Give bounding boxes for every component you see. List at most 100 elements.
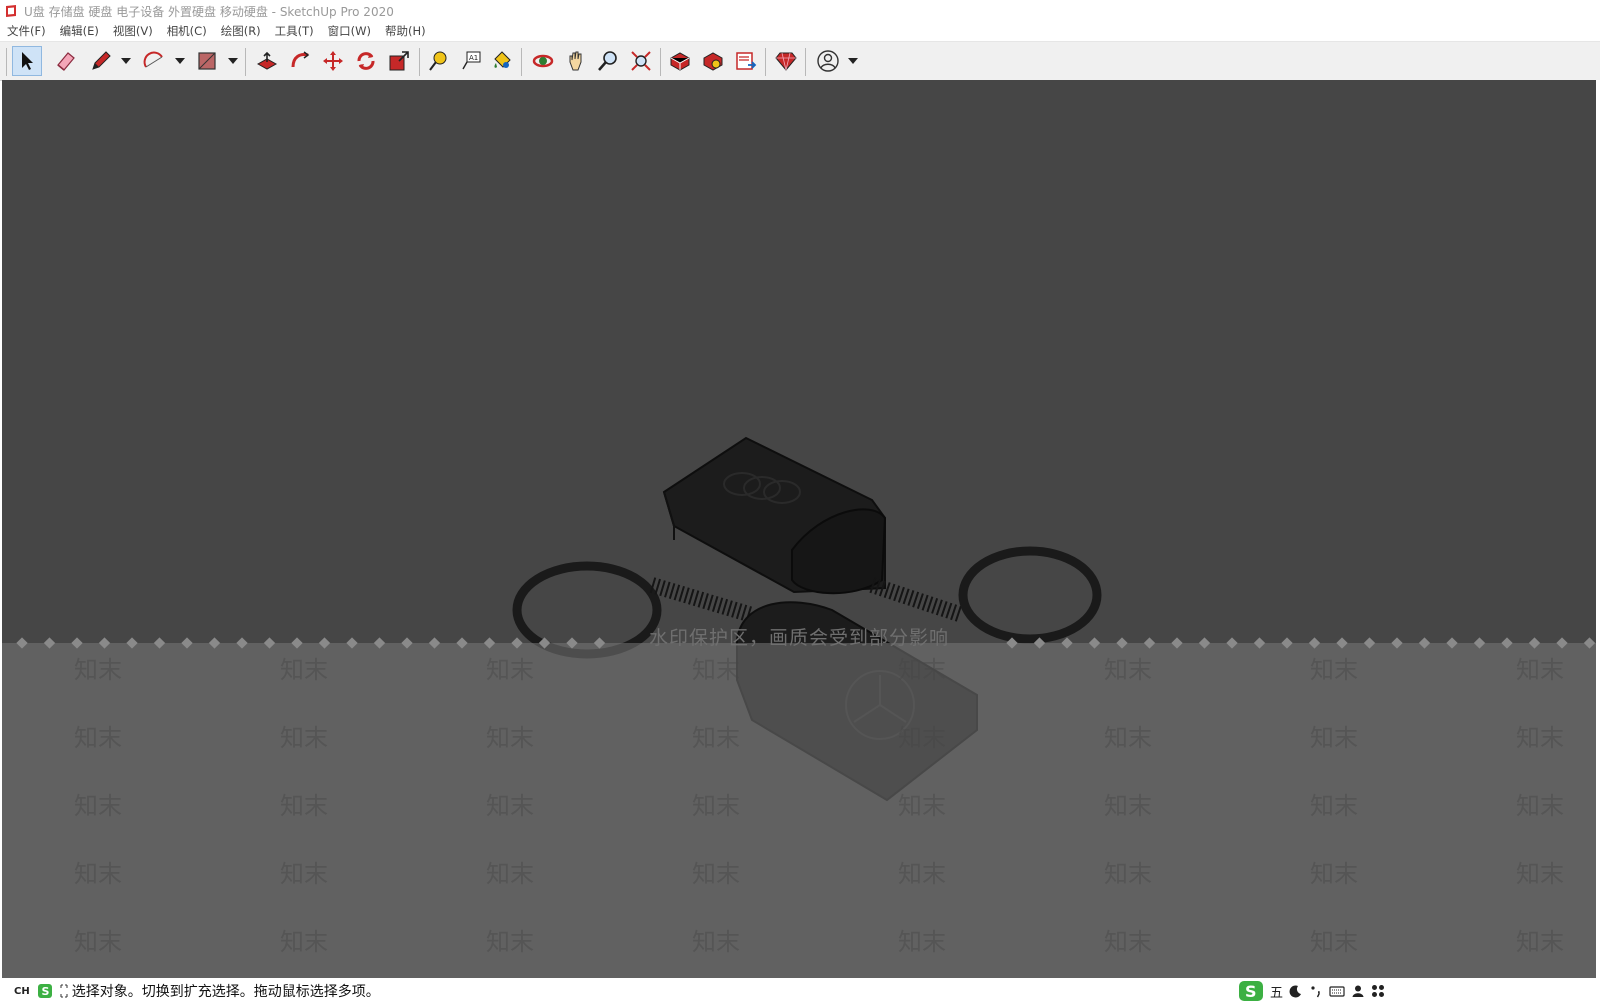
ime-mode-label[interactable]: 五 (1270, 982, 1283, 1001)
title-bar: U盘 存储盘 硬盘 电子设备 外置硬盘 移动硬盘 - SketchUp Pro … (0, 0, 1600, 22)
select-tool-button[interactable] (12, 46, 42, 76)
arc-tool-button[interactable] (139, 46, 169, 76)
menu-window[interactable]: 窗口(W) (321, 22, 378, 41)
grid-menu-icon[interactable] (1371, 984, 1385, 998)
upper-usb-drive (662, 436, 887, 595)
toolbar-separator (765, 48, 766, 76)
watermark-text: 知末 (692, 792, 740, 820)
account-dropdown-icon[interactable] (848, 58, 858, 64)
watermark-text: 知末 (1516, 724, 1564, 752)
pan-tool-button[interactable] (561, 46, 591, 76)
svg-text:A1: A1 (469, 54, 478, 62)
rectangle-icon (198, 52, 216, 70)
layout-icon (736, 52, 757, 70)
watermark-text: 知末 (898, 860, 946, 888)
toolbar-separator (245, 48, 246, 76)
eraser-icon (57, 52, 75, 71)
menu-view[interactable]: 视图(V) (106, 22, 160, 41)
modeling-viewport[interactable]: 水印保护区，画质会受到部分影响 知末 知末 知末 知末 知末 知末 知末 知末 知末 知末 知末 知末… (2, 80, 1596, 978)
rectangle-tool-button[interactable] (192, 46, 222, 76)
watermark-text: 知末 (1104, 792, 1152, 820)
menu-draw[interactable]: 绘图(R) (214, 22, 268, 41)
sketchup-logo-icon (6, 5, 16, 17)
follow-me-icon (291, 51, 310, 68)
watermark-text: 知末 (74, 656, 122, 684)
zoom-tool-button[interactable] (593, 46, 623, 76)
paint-bucket-tool-button[interactable] (487, 46, 517, 76)
watermark-text: 知末 (898, 656, 946, 684)
upper-spring (869, 577, 965, 623)
account-button[interactable] (813, 46, 843, 76)
select-arrow-icon (22, 52, 33, 70)
keyboard-icon[interactable] (1329, 984, 1345, 998)
follow-me-tool-button[interactable] (285, 46, 315, 76)
watermark-text: 知末 (692, 928, 740, 956)
watermark-text: 知末 (898, 724, 946, 752)
pencil-icon (92, 51, 111, 70)
text-tool-button[interactable]: A1 (456, 46, 486, 76)
watermark-text: 知末 (1310, 656, 1358, 684)
menu-camera[interactable]: 相机(C) (160, 22, 214, 41)
menu-tools[interactable]: 工具(T) (268, 22, 321, 41)
pencil-tool-button[interactable] (86, 46, 116, 76)
menu-edit[interactable]: 编辑(E) (53, 22, 106, 41)
window-title: U盘 存储盘 硬盘 电子设备 外置硬盘 移动硬盘 - SketchUp Pro … (24, 4, 394, 19)
watermark-text: 知末 (1516, 792, 1564, 820)
extension-warehouse-button[interactable] (698, 46, 728, 76)
watermark-banner: 水印保护区，画质会受到部分影响 (648, 627, 949, 649)
toolbar-grip (6, 48, 7, 76)
zoom-extents-tool-button[interactable] (626, 46, 656, 76)
pencil-dropdown-icon[interactable] (121, 58, 131, 64)
orbit-tool-button[interactable] (528, 46, 558, 76)
orbit-icon (532, 54, 554, 68)
zoom-extents-icon (631, 51, 651, 71)
toolbar-separator (660, 48, 661, 76)
menu-file[interactable]: 文件(F) (0, 22, 53, 41)
input-language-indicator[interactable]: CH (14, 986, 30, 997)
extension-warehouse-icon (703, 52, 723, 71)
half-width-moon-icon[interactable] (1289, 984, 1303, 998)
send-to-layout-button[interactable] (731, 46, 761, 76)
watermark-text: 知末 (74, 792, 122, 820)
rotate-tool-button[interactable] (351, 46, 381, 76)
watermark-text: 知末 (1310, 860, 1358, 888)
arc-dropdown-icon[interactable] (175, 58, 185, 64)
watermark-text: 知末 (280, 656, 328, 684)
push-pull-tool-button[interactable] (252, 46, 282, 76)
rectangle-dropdown-icon[interactable] (228, 58, 238, 64)
sogou-s-icon[interactable]: S (37, 984, 52, 998)
watermark-text: 知末 (898, 792, 946, 820)
viewport-edge (1596, 80, 1600, 978)
watermark-text: 知末 (486, 860, 534, 888)
watermark-text: 知末 (280, 928, 328, 956)
paint-bucket-icon (494, 51, 511, 68)
3d-warehouse-icon (670, 52, 690, 71)
watermark-text: 知末 (692, 724, 740, 752)
svg-text:S: S (41, 985, 49, 998)
large-toolset: A1 (0, 41, 1600, 81)
geo-location-icon (60, 984, 68, 998)
watermark-text: 知末 (1310, 792, 1358, 820)
pan-icon (569, 51, 582, 71)
eraser-tool-button[interactable] (51, 46, 81, 76)
user-icon[interactable] (1351, 984, 1365, 998)
menu-help[interactable]: 帮助(H) (378, 22, 433, 41)
ime-toolbar: S 五 (1238, 980, 1391, 1002)
watermark-text: 知末 (280, 792, 328, 820)
ruby-console-button[interactable] (771, 46, 801, 76)
3d-warehouse-button[interactable] (665, 46, 695, 76)
watermark-text: 知末 (280, 860, 328, 888)
watermark-text: 知末 (486, 928, 534, 956)
watermark-text: 知末 (486, 724, 534, 752)
watermark-text: 知末 (74, 928, 122, 956)
watermark-text: 知末 (1310, 928, 1358, 956)
scale-tool-button[interactable] (384, 46, 414, 76)
sogou-logo-icon[interactable]: S (1238, 980, 1264, 1002)
watermark-text: 知末 (1516, 928, 1564, 956)
move-tool-button[interactable] (318, 46, 348, 76)
watermark-text: 知末 (692, 656, 740, 684)
watermark-text: 知末 (1104, 860, 1152, 888)
tape-measure-tool-button[interactable] (423, 46, 453, 76)
punctuation-icon[interactable] (1309, 984, 1323, 998)
toolbar-separator (805, 48, 806, 76)
